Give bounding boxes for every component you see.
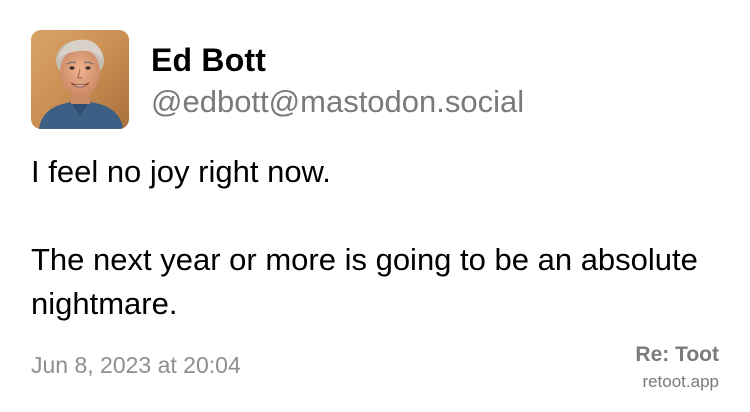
author-display-name[interactable]: Ed Bott <box>151 40 266 80</box>
post-paragraph: The next year or more is going to be an … <box>31 242 698 321</box>
avatar[interactable] <box>31 30 129 129</box>
brand-title: Re: Toot <box>635 343 719 366</box>
toot-card: Ed Bott @edbott@mastodon.social I feel n… <box>0 0 750 412</box>
author-handle[interactable]: @edbott@mastodon.social <box>151 82 524 122</box>
brand-url: retoot.app <box>642 372 719 391</box>
post-paragraph: I feel no joy right now. <box>31 154 331 189</box>
post-timestamp[interactable]: Jun 8, 2023 at 20:04 <box>31 350 241 380</box>
post-body: I feel no joy right now. The next year o… <box>31 150 721 326</box>
avatar-photo <box>31 30 129 129</box>
